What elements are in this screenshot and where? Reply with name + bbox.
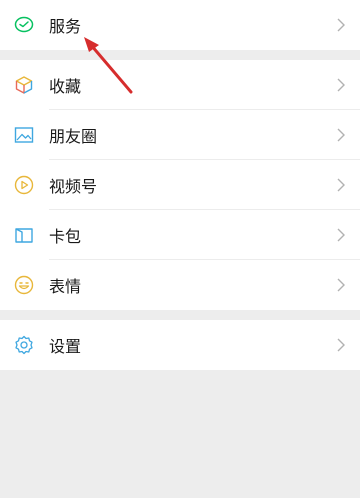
menu-item-label: 设置	[49, 337, 82, 356]
section-gap	[0, 310, 360, 320]
menu-item-label: 服务	[49, 17, 82, 36]
menu-item-favorites[interactable]: 收藏	[0, 60, 360, 110]
menu-item-service[interactable]: 服务	[0, 0, 360, 50]
me-menu-screen: 服务 收藏 朋友圈 视频号 卡包 表情 设置	[0, 0, 360, 498]
chevron-right-icon	[336, 338, 346, 352]
menu-item-label: 卡包	[49, 227, 82, 246]
menu-item-label: 表情	[49, 277, 82, 296]
menu-item-label: 视频号	[49, 177, 98, 196]
menu-item-channels[interactable]: 视频号	[0, 160, 360, 210]
menu-item-label: 收藏	[49, 77, 82, 96]
menu-group-service: 服务	[0, 0, 360, 50]
moments-icon	[13, 124, 35, 146]
menu-item-cards[interactable]: 卡包	[0, 210, 360, 260]
menu-item-moments[interactable]: 朋友圈	[0, 110, 360, 160]
favorites-icon	[13, 74, 35, 96]
menu-group-main: 收藏 朋友圈 视频号 卡包 表情	[0, 60, 360, 310]
chevron-right-icon	[336, 128, 346, 142]
chevron-right-icon	[336, 78, 346, 92]
stickers-icon	[13, 274, 35, 296]
section-gap	[0, 50, 360, 60]
chevron-right-icon	[336, 18, 346, 32]
menu-item-label: 朋友圈	[49, 127, 98, 146]
chevron-right-icon	[336, 278, 346, 292]
menu-item-stickers[interactable]: 表情	[0, 260, 360, 310]
menu-group-settings: 设置	[0, 320, 360, 370]
cards-icon	[13, 224, 35, 246]
channels-icon	[13, 174, 35, 196]
chevron-right-icon	[336, 228, 346, 242]
menu-item-settings[interactable]: 设置	[0, 320, 360, 370]
service-icon	[13, 14, 35, 36]
chevron-right-icon	[336, 178, 346, 192]
settings-icon	[13, 334, 35, 356]
